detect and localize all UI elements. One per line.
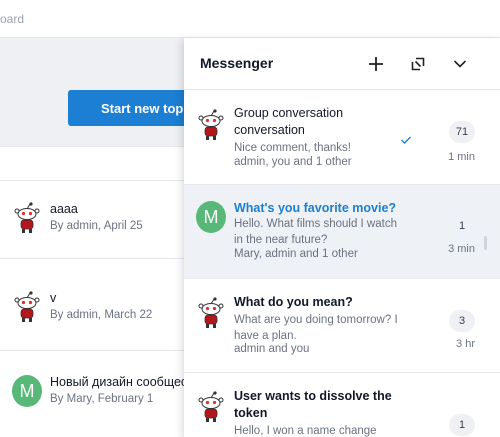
topic-row[interactable]: v By admin, March 22 xyxy=(0,285,190,345)
popout-icon xyxy=(411,57,425,71)
conversation-preview: Hello, I won a name change xyxy=(234,425,377,437)
conversation-time: 3 min xyxy=(448,243,475,255)
chevron-down-icon xyxy=(453,60,467,68)
divider xyxy=(0,146,190,147)
conversation-time: 1 min xyxy=(448,151,475,163)
divider xyxy=(0,350,190,351)
robot-avatar-icon xyxy=(12,202,42,234)
conversation-participants: Mary, admin and 1 other xyxy=(234,248,358,260)
conversation-participants: admin and you xyxy=(234,343,310,355)
messenger-header: Messenger xyxy=(184,38,500,90)
topic-row[interactable]: M Новый дизайн сообщест By Mary, Februar… xyxy=(0,369,193,429)
conversation-title: Group conversation conversation xyxy=(234,106,344,137)
user-avatar: M xyxy=(196,201,226,233)
start-new-topic-button[interactable]: Start new topic xyxy=(68,90,198,126)
message-count-badge: 71 xyxy=(449,121,475,143)
message-count-badge: 1 xyxy=(449,414,475,436)
topic-title[interactable]: aaaa xyxy=(50,202,78,216)
topic-meta: By Mary, February 1 xyxy=(50,393,154,405)
divider xyxy=(0,180,190,181)
messenger-panel: Messenger Group conversation conversatio… xyxy=(184,38,500,437)
plus-icon xyxy=(369,57,383,71)
robot-avatar-icon xyxy=(196,109,226,141)
conversation-item[interactable]: User wants to dissolve the token Hello, … xyxy=(184,373,500,437)
conversation-title: User wants to dissolve the token xyxy=(234,389,392,420)
popout-button[interactable] xyxy=(406,52,430,76)
robot-avatar-icon xyxy=(12,291,42,323)
topic-title[interactable]: v xyxy=(50,291,56,305)
conversation-title: What's you favorite movie? xyxy=(234,201,397,215)
breadcrumb[interactable]: oard xyxy=(0,12,24,26)
messenger-title: Messenger xyxy=(200,55,274,71)
divider xyxy=(0,258,190,259)
conversation-participants: admin, you and 1 other xyxy=(234,156,352,168)
topic-title[interactable]: Новый дизайн сообщест xyxy=(50,375,193,389)
robot-avatar-icon xyxy=(196,391,226,423)
scrollbar[interactable] xyxy=(484,236,487,250)
topic-meta: By admin, March 22 xyxy=(50,309,153,321)
user-avatar: M xyxy=(12,375,42,407)
read-check-icon xyxy=(401,136,411,144)
topic-meta: By admin, April 25 xyxy=(50,220,143,232)
conversation-item[interactable]: What do you mean? What are you doing tom… xyxy=(184,279,500,373)
conversation-preview: What are you doing tomorrow? I have a pl… xyxy=(234,314,398,342)
conversation-preview: Hello. What films should I watch in the … xyxy=(234,218,397,246)
message-count-badge: 1 xyxy=(458,220,466,232)
conversation-time: 3 hr xyxy=(456,338,475,350)
conversation-item[interactable]: Group conversation conversation Nice com… xyxy=(184,91,500,185)
conversation-title: What do you mean? xyxy=(234,295,353,309)
conversation-preview: Nice comment, thanks! xyxy=(234,142,351,154)
collapse-button[interactable] xyxy=(448,52,472,76)
new-conversation-button[interactable] xyxy=(364,52,388,76)
top-bar: oard xyxy=(0,0,500,38)
message-count-badge: 3 xyxy=(449,310,475,332)
topic-row[interactable]: aaaa By admin, April 25 xyxy=(0,196,190,256)
conversation-item[interactable]: M What's you favorite movie? Hello. What… xyxy=(184,185,500,279)
robot-avatar-icon xyxy=(196,297,226,329)
